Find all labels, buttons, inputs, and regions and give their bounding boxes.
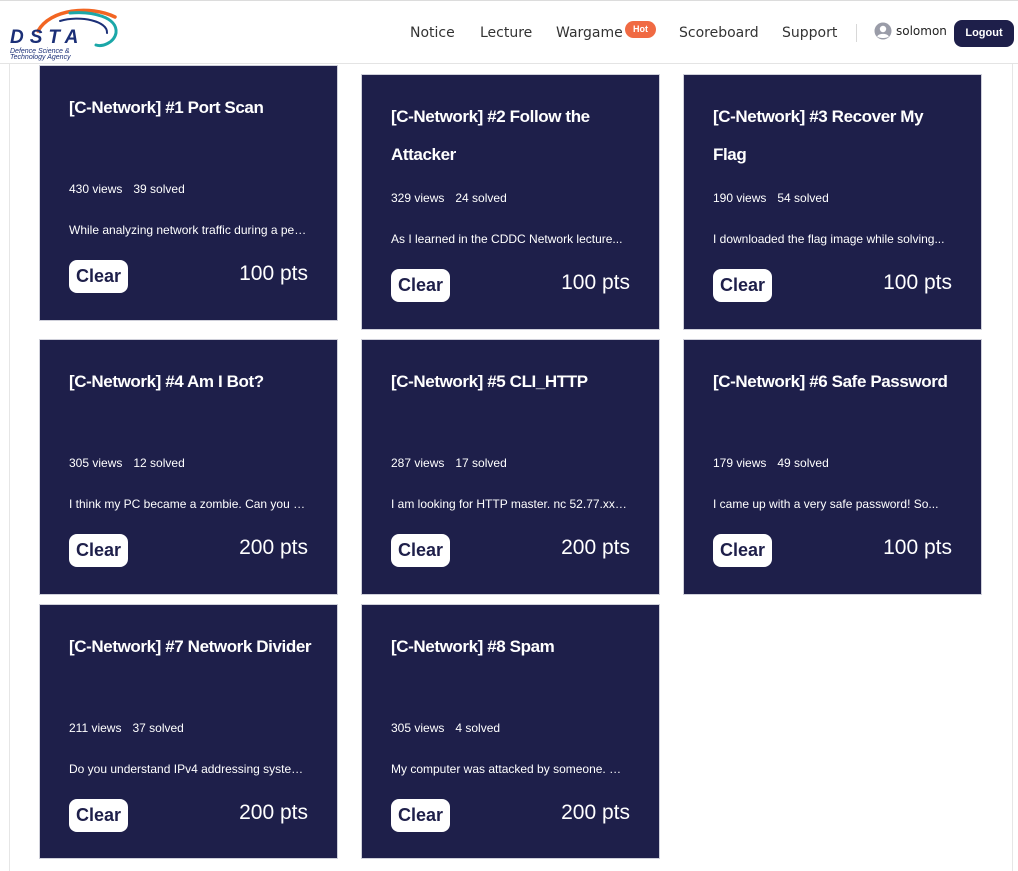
challenge-stats: 305 views 12 solved xyxy=(69,456,185,470)
challenge-points: 200 pts xyxy=(239,801,308,824)
challenge-description: I am looking for HTTP master. nc 52.77.x… xyxy=(391,497,629,511)
challenge-views: 211 views xyxy=(69,721,122,735)
page-frame-right xyxy=(1012,0,1013,871)
challenge-title[interactable]: [C-Network] #1 Port Scan xyxy=(69,89,314,127)
clear-status-badge: Clear xyxy=(391,269,450,302)
challenge-description: While analyzing network traffic during a… xyxy=(69,223,307,237)
nav-wargame[interactable]: Wargame xyxy=(556,25,623,41)
challenge-card[interactable]: [C-Network] #2 Follow the Attacker 329 vi… xyxy=(361,74,660,330)
dsta-logo[interactable]: DSTA Defence Science & Technology Agency xyxy=(10,7,122,61)
challenge-stats: 329 views 24 solved xyxy=(391,191,507,205)
challenge-card[interactable]: [C-Network] #5 CLI_HTTP 287 views 17 solve… xyxy=(361,339,660,595)
challenge-title[interactable]: [C-Network] #7 Network Divider xyxy=(69,628,314,666)
top-navbar: DSTA Defence Science & Technology Agency… xyxy=(0,0,1018,64)
challenge-description: Do you understand IPv4 addressing system… xyxy=(69,762,307,776)
challenge-solved-count: 54 solved xyxy=(777,191,829,205)
challenge-card[interactable]: [C-Network] #6 Safe Password 179 views 49 … xyxy=(683,339,982,595)
clear-status-badge: Clear xyxy=(713,269,772,302)
challenge-solved-count: 24 solved xyxy=(455,191,507,205)
user-circle-icon[interactable] xyxy=(874,22,892,40)
challenge-points: 100 pts xyxy=(883,536,952,559)
challenge-description: I came up with a very safe password! So.… xyxy=(713,497,939,511)
challenge-card[interactable]: [C-Network] #1 Port Scan 430 views 39 solv… xyxy=(39,65,338,321)
nav-scoreboard[interactable]: Scoreboard xyxy=(679,25,759,41)
challenge-points: 200 pts xyxy=(561,536,630,559)
nav-support[interactable]: Support xyxy=(782,25,837,41)
nav-divider xyxy=(856,24,857,42)
challenge-title[interactable]: [C-Network] #8 Spam xyxy=(391,628,636,666)
challenge-card[interactable]: [C-Network] #4 Am I Bot? 305 views 12 solv… xyxy=(39,339,338,595)
challenge-solved-count: 37 solved xyxy=(132,721,184,735)
challenge-description: I downloaded the flag image while solvin… xyxy=(713,232,945,246)
challenge-description: I think my PC became a zombie. Can you h… xyxy=(69,497,307,511)
challenge-stats: 190 views 54 solved xyxy=(713,191,829,205)
challenge-solved-count: 49 solved xyxy=(777,456,829,470)
challenge-views: 329 views xyxy=(391,191,445,205)
challenge-title[interactable]: [C-Network] #3 Recover My Flag xyxy=(713,98,958,174)
challenge-views: 430 views xyxy=(69,182,123,196)
challenge-views: 179 views xyxy=(713,456,767,470)
clear-status-badge: Clear xyxy=(69,534,128,567)
challenge-points: 100 pts xyxy=(239,262,308,285)
challenge-title[interactable]: [C-Network] #2 Follow the Attacker xyxy=(391,98,636,174)
challenge-title[interactable]: [C-Network] #5 CLI_HTTP xyxy=(391,363,636,401)
challenge-card[interactable]: [C-Network] #7 Network Divider 211 views 3… xyxy=(39,604,338,859)
challenge-points: 200 pts xyxy=(239,536,308,559)
challenge-solved-count: 17 solved xyxy=(455,456,507,470)
clear-status-badge: Clear xyxy=(713,534,772,567)
clear-status-badge: Clear xyxy=(69,799,128,832)
challenge-views: 305 views xyxy=(391,721,445,735)
challenge-card[interactable]: [C-Network] #8 Spam 305 views 4 solved My c… xyxy=(361,604,660,859)
logo-subtitle-line2: Technology Agency xyxy=(10,54,71,61)
challenge-views: 190 views xyxy=(713,191,767,205)
challenge-solved-count: 4 solved xyxy=(455,721,501,735)
challenge-stats: 305 views 4 solved xyxy=(391,721,500,735)
clear-status-badge: Clear xyxy=(69,260,128,293)
challenge-stats: 179 views 49 solved xyxy=(713,456,829,470)
challenge-card[interactable]: [C-Network] #3 Recover My Flag 190 views 5… xyxy=(683,74,982,330)
challenge-title[interactable]: [C-Network] #6 Safe Password xyxy=(713,363,958,401)
challenge-title[interactable]: [C-Network] #4 Am I Bot? xyxy=(69,363,314,401)
nav-notice[interactable]: Notice xyxy=(410,25,455,41)
nav-lecture[interactable]: Lecture xyxy=(480,25,532,41)
challenge-points: 100 pts xyxy=(561,271,630,294)
challenge-description: My computer was attacked by someone. Ple… xyxy=(391,762,629,776)
clear-status-badge: Clear xyxy=(391,799,450,832)
user-name[interactable]: solomon xyxy=(896,24,947,38)
challenge-solved-count: 12 solved xyxy=(133,456,185,470)
clear-status-badge: Clear xyxy=(391,534,450,567)
challenge-stats: 287 views 17 solved xyxy=(391,456,507,470)
logout-button[interactable]: Logout xyxy=(954,20,1014,47)
logo-text: DSTA xyxy=(10,27,85,48)
hot-badge: Hot xyxy=(625,21,656,38)
challenge-points: 200 pts xyxy=(561,801,630,824)
challenge-stats: 211 views 37 solved xyxy=(69,721,184,735)
challenge-stats: 430 views 39 solved xyxy=(69,182,185,196)
challenge-views: 287 views xyxy=(391,456,445,470)
challenge-solved-count: 39 solved xyxy=(133,182,185,196)
page-frame-left xyxy=(9,0,10,871)
challenge-points: 100 pts xyxy=(883,271,952,294)
challenge-views: 305 views xyxy=(69,456,123,470)
challenge-description: As I learned in the CDDC Network lecture… xyxy=(391,232,623,246)
